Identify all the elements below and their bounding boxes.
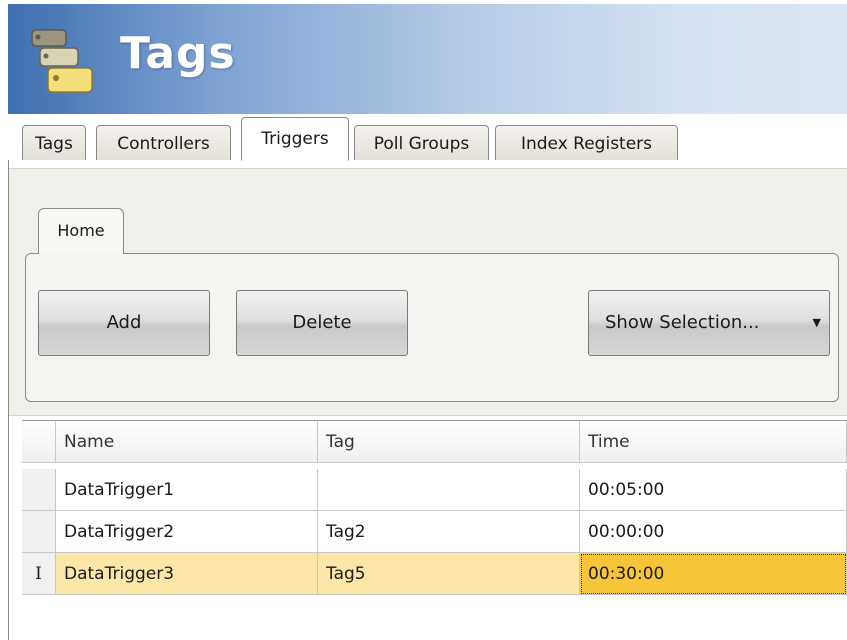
- column-header-time[interactable]: Time: [580, 421, 847, 463]
- tags-folder-icon: [31, 29, 93, 93]
- delete-button-label: Delete: [292, 312, 352, 333]
- tab-triggers[interactable]: Triggers: [241, 117, 349, 161]
- page-title: Tags: [120, 28, 236, 79]
- show-selection-label: Show Selection...: [605, 312, 760, 333]
- cell-time[interactable]: 00:05:00: [580, 469, 847, 511]
- row-header[interactable]: [22, 511, 56, 553]
- ribbon-tab-home[interactable]: Home: [38, 208, 124, 254]
- header-banner: Tags: [8, 4, 847, 114]
- cell-tag[interactable]: Tag5: [318, 553, 580, 595]
- add-button[interactable]: Add: [38, 290, 210, 356]
- tab-controllers[interactable]: Controllers: [96, 125, 231, 161]
- cell-time[interactable]: 00:00:00: [580, 511, 847, 553]
- row-header[interactable]: [22, 469, 56, 511]
- cell-time-editing[interactable]: 00:30:00: [580, 553, 847, 595]
- cell-tag[interactable]: Tag2: [318, 511, 580, 553]
- cell-tag[interactable]: [318, 469, 580, 511]
- edit-row-icon[interactable]: I: [22, 553, 56, 595]
- column-header-name[interactable]: Name: [56, 421, 318, 463]
- table-row[interactable]: DataTrigger1 00:05:00: [22, 469, 847, 511]
- main-tabstrip: Tags Controllers Triggers Poll Groups In…: [8, 114, 847, 161]
- chevron-down-icon: ▼: [812, 316, 821, 329]
- row-header-corner: [22, 421, 56, 463]
- column-header-tag[interactable]: Tag: [318, 421, 580, 463]
- cell-name[interactable]: DataTrigger2: [56, 511, 318, 553]
- table-row[interactable]: DataTrigger2 Tag2 00:00:00: [22, 511, 847, 553]
- grid-header-row: Name Tag Time: [22, 421, 847, 463]
- ribbon-panel: Add Delete Show Selection... ▼: [25, 253, 839, 402]
- show-selection-dropdown[interactable]: Show Selection... ▼: [588, 290, 830, 356]
- tab-tags[interactable]: Tags: [22, 125, 86, 161]
- cell-name[interactable]: DataTrigger1: [56, 469, 318, 511]
- tab-index-registers[interactable]: Index Registers: [495, 125, 678, 161]
- delete-button[interactable]: Delete: [236, 290, 408, 356]
- tab-poll-groups[interactable]: Poll Groups: [354, 125, 489, 161]
- cell-name[interactable]: DataTrigger3: [56, 553, 318, 595]
- triggers-grid: Name Tag Time DataTrigger1 00:05:00 Data…: [22, 420, 847, 597]
- add-button-label: Add: [106, 312, 142, 333]
- table-row-selected[interactable]: I DataTrigger3 Tag5 00:30:00: [22, 553, 847, 595]
